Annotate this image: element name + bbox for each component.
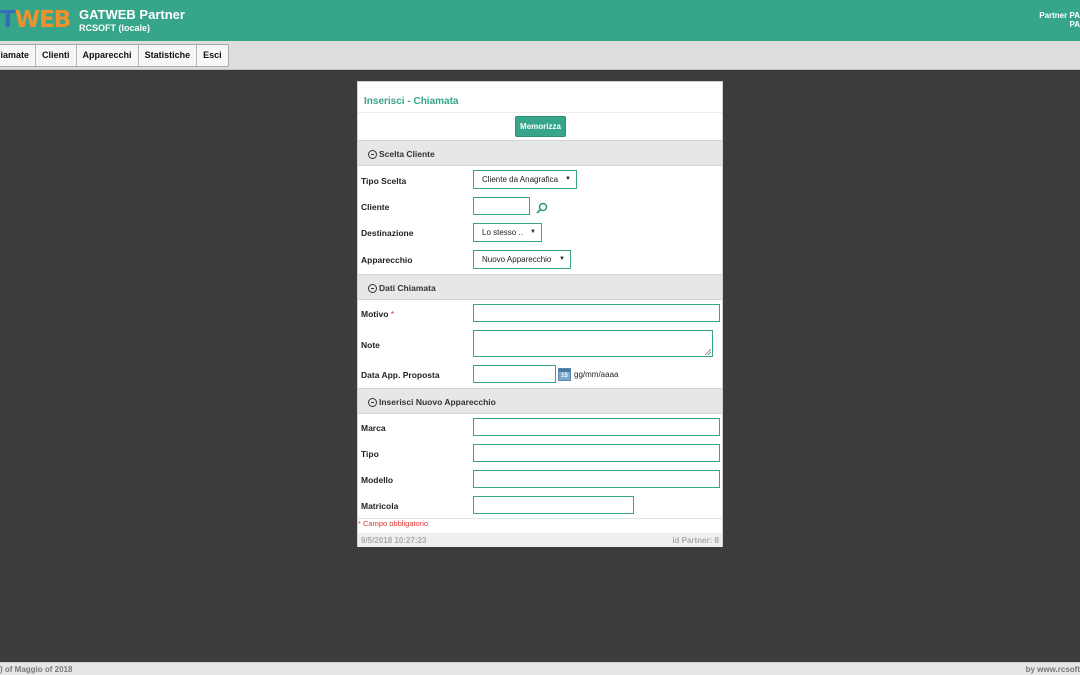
- status-credit: by www.rcsoft: [1025, 665, 1080, 674]
- app-title: GATWEB Partner: [79, 7, 185, 22]
- app-subtitle: RCSOFT (locale): [79, 23, 151, 33]
- calendar-icon[interactable]: 15: [558, 368, 571, 381]
- required-asterisk: *: [390, 309, 395, 319]
- partner-id: id Partner: 8: [672, 536, 719, 545]
- section-header-cliente[interactable]: Scelta Cliente: [358, 140, 722, 166]
- minus-circle-icon: [368, 397, 377, 407]
- destinazione-select[interactable]: Lo stesso .. ▼: [473, 223, 542, 242]
- section-label-apparecchio: Inserisci Nuovo Apparecchio: [368, 397, 496, 407]
- cliente-input[interactable]: [473, 197, 530, 215]
- menu-item-apparecchi[interactable]: Apparecchi: [77, 45, 139, 66]
- section-header-apparecchio[interactable]: Inserisci Nuovo Apparecchio: [358, 388, 722, 414]
- tipo-input[interactable]: [473, 444, 720, 462]
- minus-circle-icon: [368, 283, 377, 293]
- menu-item-chiamate[interactable]: hiamate: [0, 45, 37, 66]
- data-app-input[interactable]: [473, 365, 556, 383]
- apparecchio-label: Apparecchio: [361, 255, 413, 265]
- section-header-chiamata[interactable]: Dati Chiamata: [358, 274, 722, 300]
- logo-part-1: T: [0, 7, 16, 33]
- search-icon[interactable]: [536, 202, 548, 214]
- apparecchio-value: Nuovo Apparecchio: [482, 255, 552, 264]
- calendar-icon-day: 15: [561, 373, 568, 379]
- partner-code: PA: [1069, 20, 1080, 29]
- note-label: Note: [361, 340, 380, 350]
- status-bar: ) of Maggio of 2018 by www.rcsoft: [0, 662, 1080, 675]
- partner-name: Partner PA: [1039, 11, 1080, 20]
- cliente-label: Cliente: [361, 202, 390, 212]
- menu-item-clienti[interactable]: Clienti: [36, 45, 77, 66]
- tipo-scelta-value: Cliente da Anagrafica: [482, 175, 559, 184]
- navbar: hiamate Clienti Apparecchi Statistiche E…: [0, 41, 1080, 70]
- matricola-label: Matricola: [361, 501, 399, 511]
- apparecchio-select[interactable]: Nuovo Apparecchio ▼: [473, 250, 571, 269]
- required-field-note: * Campo obbligatorio: [358, 519, 429, 528]
- menu-item-statistiche[interactable]: Statistiche: [139, 45, 198, 66]
- section-title-chiamata: Dati Chiamata: [379, 283, 436, 293]
- motivo-label: Motivo *: [361, 309, 394, 319]
- date-format-hint: gg/mm/aaaa: [574, 370, 619, 379]
- timestamp: 9/5/2018 10:27:23: [361, 536, 427, 545]
- section-label-cliente: Scelta Cliente: [368, 149, 435, 159]
- caret-down-icon: ▼: [559, 256, 565, 262]
- panel-footer: 9/5/2018 10:27:23 id Partner: 8: [358, 533, 722, 547]
- main-menu: hiamate Clienti Apparecchi Statistiche E…: [0, 44, 229, 67]
- section-label-chiamata: Dati Chiamata: [368, 283, 436, 293]
- motivo-label-text: Motivo: [361, 309, 389, 319]
- status-date: ) of Maggio of 2018: [0, 665, 73, 674]
- logo-part-2: WEB: [14, 7, 72, 33]
- resize-grip-icon[interactable]: [705, 349, 711, 355]
- app-logo: TWEB: [0, 7, 72, 33]
- destinazione-label: Destinazione: [361, 228, 414, 238]
- tipo-scelta-select[interactable]: Cliente da Anagrafica ▼: [473, 170, 577, 189]
- menu-item-esci[interactable]: Esci: [197, 45, 228, 66]
- marca-input[interactable]: [473, 418, 720, 436]
- marca-label: Marca: [361, 423, 386, 433]
- title-divider: [358, 112, 722, 113]
- matricola-input[interactable]: [473, 496, 634, 514]
- note-textarea[interactable]: [473, 330, 713, 357]
- modello-input[interactable]: [473, 470, 720, 488]
- minus-circle-icon: [368, 149, 377, 159]
- destinazione-value: Lo stesso ..: [482, 228, 523, 237]
- motivo-input[interactable]: [473, 304, 720, 322]
- app-header: TWEB GATWEB Partner RCSOFT (locale) Part…: [0, 0, 1080, 41]
- insert-call-panel: Inserisci - Chiamata Memorizza Scelta Cl…: [357, 81, 723, 547]
- tipo-scelta-label: Tipo Scelta: [361, 176, 407, 186]
- section-title-cliente: Scelta Cliente: [379, 149, 435, 159]
- caret-down-icon: ▼: [565, 176, 571, 182]
- tipo-label: Tipo: [361, 449, 379, 459]
- save-button[interactable]: Memorizza: [515, 116, 566, 137]
- panel-title: Inserisci - Chiamata: [364, 96, 459, 107]
- section-title-apparecchio: Inserisci Nuovo Apparecchio: [379, 397, 496, 407]
- modello-label: Modello: [361, 475, 394, 485]
- data-app-label: Data App. Proposta: [361, 370, 440, 380]
- caret-down-icon: ▼: [530, 229, 536, 235]
